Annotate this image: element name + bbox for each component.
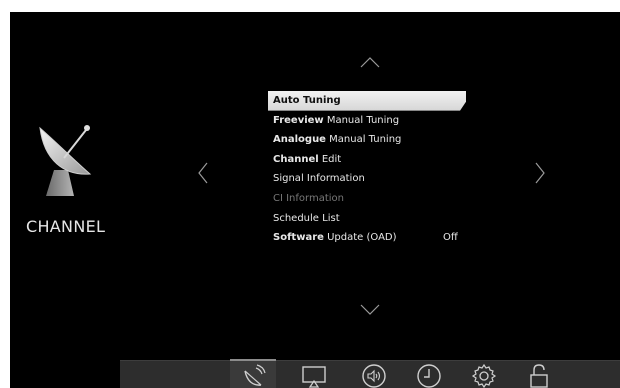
chevron-right-icon[interactable] <box>534 162 546 184</box>
menu-item[interactable]: Schedule List <box>268 209 488 229</box>
chevron-left-icon[interactable] <box>197 162 209 184</box>
gear-icon <box>471 363 497 388</box>
chevron-down-icon[interactable] <box>360 304 380 316</box>
menu-item-label: Signal Information <box>273 173 365 185</box>
clock-timer-icon <box>417 364 441 388</box>
menu-item-emphasis: Freeview <box>273 114 324 126</box>
menu-item[interactable]: Auto Tuning <box>268 91 466 111</box>
menu-item-label: CI Information <box>273 192 344 204</box>
satellite-dish-icon <box>34 110 106 202</box>
satellite-dish-icon <box>244 364 266 386</box>
menu-item-emphasis: Software <box>273 232 324 244</box>
tab-picture[interactable] <box>290 361 336 388</box>
menu-item[interactable]: Analogue Manual Tuning <box>268 130 488 150</box>
menu-item-label: Manual Tuning <box>323 114 400 126</box>
section-title: CHANNEL <box>26 217 106 236</box>
menu-item-label: Edit <box>318 153 342 165</box>
menu-item[interactable]: Signal Information <box>268 169 488 189</box>
menu-item-emphasis: Auto Tuning <box>273 95 341 106</box>
menu-item[interactable]: Software Update (OAD) Off <box>268 228 488 248</box>
tab-sound[interactable] <box>350 361 396 388</box>
menu-item-label: Update (OAD) <box>323 232 397 244</box>
menu-item[interactable]: Freeview Manual Tuning <box>268 111 488 131</box>
menu-item[interactable]: Channel Edit <box>268 150 488 170</box>
bottom-category-bar <box>120 359 620 388</box>
menu-item-label: Schedule List <box>273 212 340 224</box>
chevron-up-icon[interactable] <box>360 56 380 68</box>
picture-screen-icon <box>302 366 326 388</box>
tab-timer[interactable] <box>405 361 451 388</box>
tv-screen: CHANNEL Auto Tuning Freeview Manual Tunin… <box>10 12 620 388</box>
tab-channel[interactable] <box>230 359 276 388</box>
lock-icon <box>530 364 548 388</box>
speaker-sound-icon <box>362 364 386 388</box>
menu-item[interactable]: CI Information <box>268 189 488 209</box>
menu-item-emphasis: Channel <box>273 153 319 165</box>
menu-item-value: Off <box>443 232 458 244</box>
tab-settings[interactable] <box>460 361 506 388</box>
menu-item-label: Manual Tuning <box>325 134 402 146</box>
menu-item-emphasis: Analogue <box>273 134 326 146</box>
channel-menu: Auto Tuning Freeview Manual Tuning Analogu… <box>268 91 488 248</box>
tab-lock[interactable] <box>515 361 561 388</box>
